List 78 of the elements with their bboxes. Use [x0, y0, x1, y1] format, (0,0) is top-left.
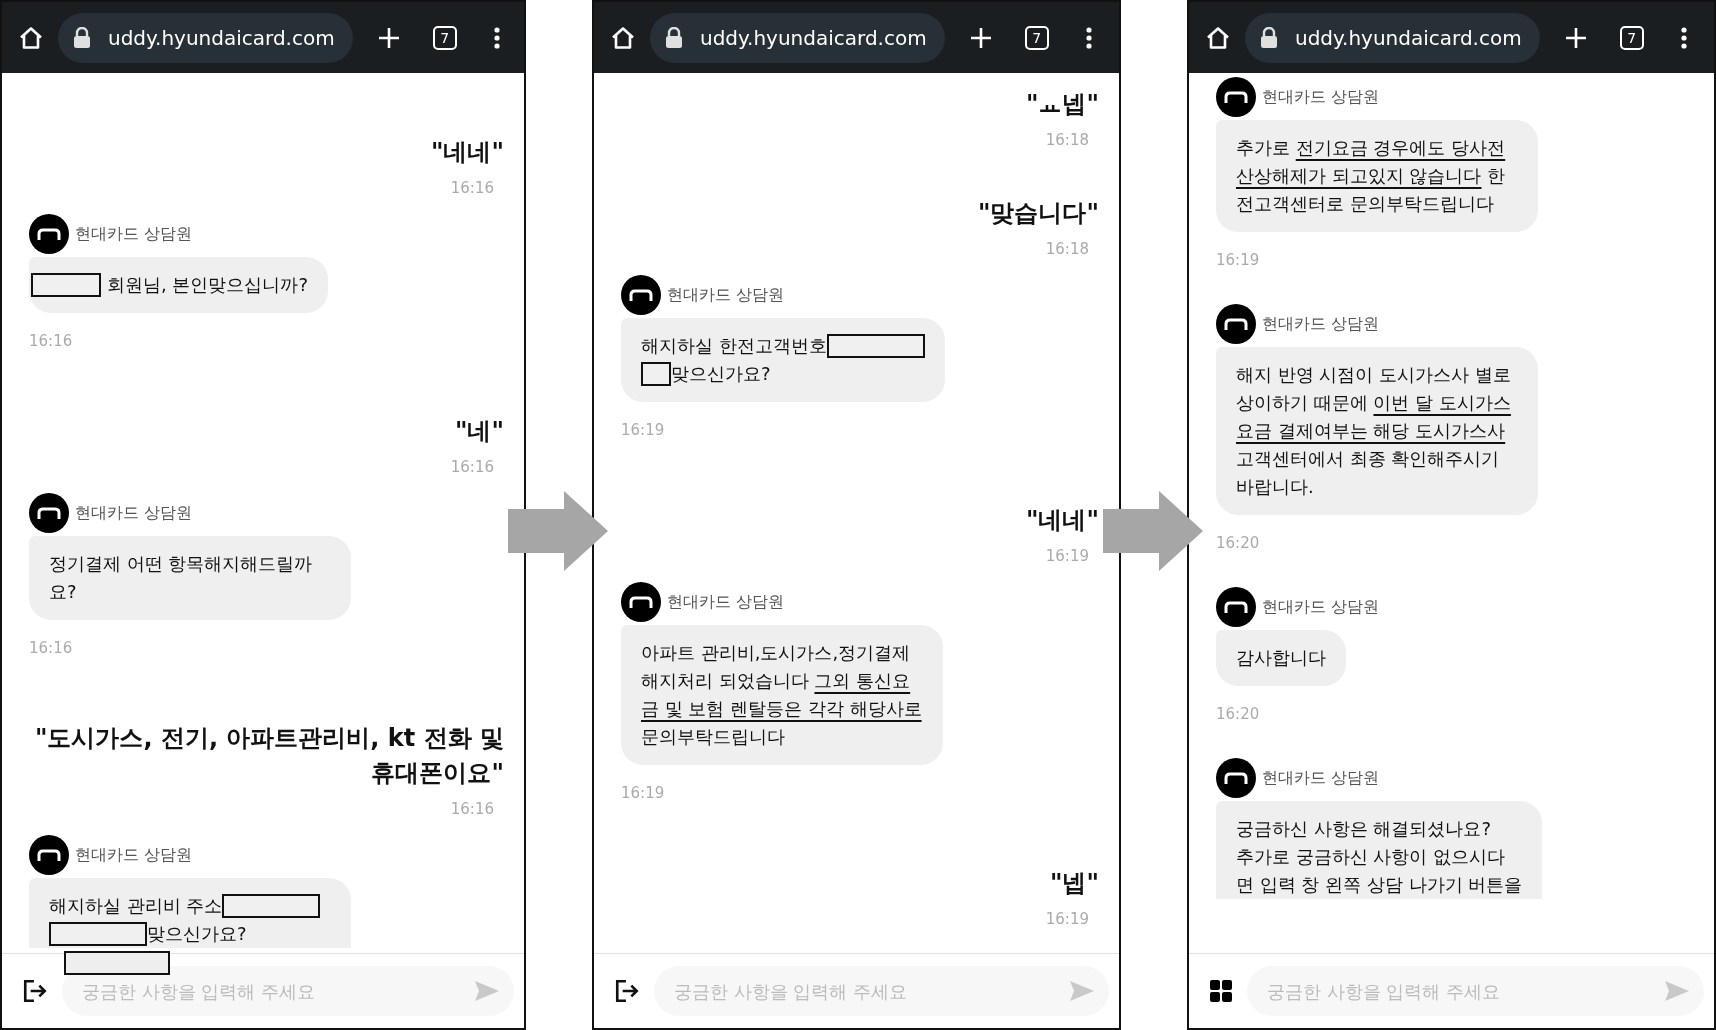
address-bar[interactable]: uddy.hyundaicard.com: [650, 12, 945, 63]
message-text: "맞습니다": [977, 198, 1100, 229]
timestamp: 16:19: [620, 420, 666, 440]
avatar-icon: [1216, 304, 1256, 344]
message-text: 추가로 전기요금 경우에도 당사전 산상해제가 되고있지 않습니다 한 전고객센터로 문의부탁드립니다: [1236, 136, 1507, 216]
menu-icon[interactable]: [492, 25, 501, 50]
grid-icon[interactable]: [1209, 979, 1233, 1003]
message-text: "네네": [1025, 505, 1100, 536]
message-input[interactable]: 궁금한 사항을 입력해 주세요: [80, 976, 474, 1006]
message-text: 해지하실 한전고객번호: [641, 334, 827, 358]
redaction-box: [641, 362, 671, 386]
address-bar[interactable]: uddy.hyundaicard.com: [58, 12, 353, 63]
sender-name: 현대카드 상담원: [667, 591, 785, 613]
tab-switcher-button[interactable]: 7: [432, 25, 457, 50]
timestamp: 16:18: [1044, 239, 1090, 259]
message-text: "ㅛ넵": [1025, 89, 1100, 120]
menu-icon[interactable]: [1679, 25, 1688, 50]
message-input[interactable]: 궁금한 사항을 입력해 주세요: [1265, 976, 1664, 1006]
sender-name: 현대카드 상담원: [75, 223, 193, 245]
avatar-icon: [621, 275, 661, 315]
message-text: "넵": [1049, 868, 1100, 899]
message-text: 궁금하신 사항은 해결되셨나요? 추가로 궁금하신 사항이 없으시다 면 입력 창 왼쪽 상담 나가기 버튼을: [1236, 817, 1523, 897]
message-text: "네네": [430, 137, 505, 168]
message-text: "도시가스, 전기, 아파트관리비, kt 전화 및 휴대폰이요": [33, 723, 505, 789]
avatar-icon: [1216, 758, 1256, 798]
sender-name: 현대카드 상담원: [1262, 86, 1380, 108]
message-input[interactable]: 궁금한 사항을 입력해 주세요: [672, 976, 1069, 1006]
timestamp: 16:16: [449, 457, 495, 477]
message-text: 맞으신가요?: [147, 922, 247, 946]
menu-icon[interactable]: [1084, 25, 1093, 50]
message-text: 감사합니다: [1236, 646, 1326, 670]
avatar-icon: [29, 493, 69, 533]
sender-name: 현대카드 상담원: [75, 844, 193, 866]
timestamp: 16:16: [28, 331, 74, 351]
timestamp: 16:20: [1215, 704, 1261, 724]
sender-name: 현대카드 상담원: [1262, 767, 1380, 789]
home-icon[interactable]: [1205, 24, 1231, 51]
address-bar[interactable]: uddy.hyundaicard.com: [1245, 12, 1540, 63]
timestamp: 16:19: [1044, 909, 1090, 929]
timestamp: 16:16: [449, 799, 495, 819]
timestamp: 16:20: [1215, 533, 1261, 553]
message-text: 맞으신가요?: [671, 362, 771, 386]
plus-icon[interactable]: [1563, 25, 1588, 50]
timestamp: 16:19: [1044, 546, 1090, 566]
timestamp: 16:16: [28, 638, 74, 658]
message-field[interactable]: 궁금한 사항을 입력해 주세요: [62, 966, 514, 1016]
avatar-icon: [29, 835, 69, 875]
plus-icon[interactable]: [968, 25, 993, 50]
plus-icon[interactable]: [376, 25, 401, 50]
avatar-icon: [1216, 77, 1256, 117]
sender-name: 현대카드 상담원: [1262, 313, 1380, 335]
timestamp: 16:18: [1044, 130, 1090, 150]
message-field[interactable]: 궁금한 사항을 입력해 주세요: [1247, 966, 1704, 1016]
timestamp: 16:16: [449, 178, 495, 198]
message-text: 정기결제 어떤 항목해지해드릴까 요?: [49, 552, 314, 604]
timestamp: 16:19: [620, 783, 666, 803]
lock-icon: [1259, 26, 1279, 49]
home-icon[interactable]: [610, 24, 636, 51]
lock-icon: [72, 26, 92, 49]
message-text: 회원님, 본인맞으십니까?: [107, 273, 308, 297]
message-text: 해지하실 관리비 주소: [49, 894, 223, 918]
exit-icon[interactable]: [614, 978, 640, 1004]
sender-name: 현대카드 상담원: [75, 502, 193, 524]
message-field[interactable]: 궁금한 사항을 입력해 주세요: [654, 966, 1109, 1016]
avatar-icon: [1216, 587, 1256, 627]
exit-icon[interactable]: [22, 978, 48, 1004]
message-text: 아파트 관리비,도시가스,정기결제 해지처리 되었습니다 그외 통신요 금 및 보험 렌탈등은 각각 해당사로 문의부탁드립니다: [641, 641, 923, 749]
tab-switcher-button[interactable]: 7: [1619, 25, 1644, 50]
sender-name: 현대카드 상담원: [667, 284, 785, 306]
timestamp: 16:19: [1215, 250, 1261, 270]
lock-icon: [664, 26, 684, 49]
tab-switcher-button[interactable]: 7: [1024, 25, 1049, 50]
message-text: 해지 반영 시점이 도시가스사 별로 상이하기 때문에 이번 달 도시가스 요금 결제여부는 해당 도시가스사 고객센터에서 최종 확인해주시기 바랍니다.: [1236, 363, 1512, 499]
avatar-icon: [621, 582, 661, 622]
avatar-icon: [29, 214, 69, 254]
message-text: "네": [454, 416, 505, 447]
home-icon[interactable]: [18, 24, 44, 51]
sender-name: 현대카드 상담원: [1262, 596, 1380, 618]
